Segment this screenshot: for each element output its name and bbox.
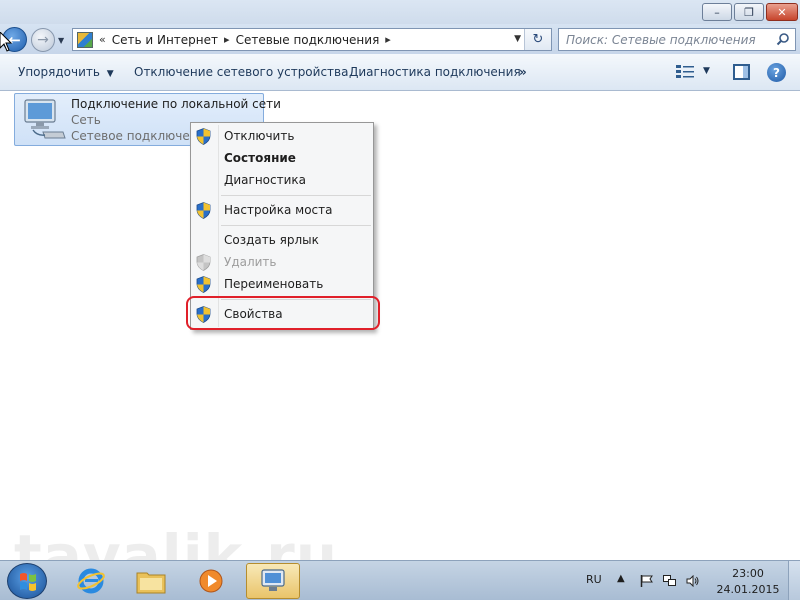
forward-button[interactable]: →	[31, 28, 55, 52]
windows-logo-icon	[20, 573, 36, 591]
taskbar-internet-explorer[interactable]	[64, 563, 118, 599]
menu-item-delete: Удалить	[191, 251, 373, 273]
folder-icon	[136, 572, 166, 594]
menu-item-disable[interactable]: Отключить	[191, 125, 373, 147]
clock-date[interactable]: 24.01.2015	[712, 583, 784, 596]
menu-item-bridge-setup[interactable]: Настройка моста	[191, 199, 373, 221]
view-options-dropdown[interactable]: ▼	[703, 66, 710, 76]
network-adapter-icon	[24, 99, 66, 139]
menu-item-label: Настройка моста	[224, 203, 333, 217]
more-commands-button[interactable]: »	[519, 65, 527, 79]
recent-pages-dropdown[interactable]: ▼	[58, 36, 64, 45]
menu-separator	[221, 225, 371, 226]
preview-pane-button[interactable]	[733, 64, 750, 80]
clock-time[interactable]: 23:00	[718, 567, 778, 580]
show-desktop-button[interactable]	[788, 561, 800, 600]
change-view-icon[interactable]	[676, 65, 694, 79]
breadcrumb-separator[interactable]: ▸	[385, 33, 391, 46]
uac-shield-icon	[196, 128, 211, 145]
breadcrumb-network-connections[interactable]: Сетевые подключения	[236, 33, 380, 47]
network-connections-icon	[261, 569, 285, 591]
refresh-button[interactable]: ↻	[524, 29, 551, 50]
menu-item-label: Состояние	[224, 151, 296, 165]
taskbar-media-player[interactable]	[184, 563, 238, 599]
connection-name: Подключение по локальной сети	[71, 97, 281, 111]
connection-network: Сеть	[71, 113, 101, 127]
internet-explorer-icon	[77, 568, 105, 594]
volume-icon[interactable]	[686, 575, 699, 587]
media-player-icon	[199, 569, 223, 593]
chevron-down-icon: ▼	[106, 69, 114, 79]
action-center-flag-icon[interactable]	[640, 575, 653, 587]
search-box[interactable]: Поиск: Сетевые подключения	[558, 28, 796, 51]
start-button[interactable]	[7, 563, 47, 599]
title-bar: – ❐ ✕	[0, 0, 800, 24]
breadcrumb-network-internet[interactable]: Сеть и Интернет	[112, 33, 218, 47]
organize-button[interactable]: Упорядочить ▼	[18, 65, 114, 79]
menu-separator	[221, 195, 371, 196]
help-button[interactable]: ?	[767, 63, 786, 82]
menu-item-diagnostics[interactable]: Диагностика	[191, 169, 373, 191]
menu-item-label: Отключить	[224, 129, 295, 143]
menu-item-status[interactable]: Состояние	[191, 147, 373, 169]
navigation-bar: ← → ▼ « Сеть и Интернет ▸ Сетевые подклю…	[0, 24, 800, 54]
command-bar: Упорядочить ▼ Отключение сетевого устрой…	[0, 54, 800, 91]
show-hidden-icons-button[interactable]: ▲	[617, 573, 625, 584]
breadcrumb-overflow[interactable]: «	[99, 33, 106, 46]
language-indicator[interactable]: RU	[586, 573, 602, 586]
taskbar: RU ▲ 23:00 24.01.2015	[0, 560, 800, 600]
minimize-button[interactable]: –	[702, 3, 732, 21]
breadcrumb-separator[interactable]: ▸	[224, 33, 230, 46]
screen: – ❐ ✕ ← → ▼ « Сеть и Интернет ▸ Сетевые …	[0, 0, 800, 600]
taskbar-network-connections[interactable]	[246, 563, 300, 599]
uac-shield-icon	[196, 202, 211, 219]
control-panel-icon	[77, 31, 93, 48]
search-input[interactable]: Поиск: Сетевые подключения	[566, 33, 756, 47]
disable-device-button[interactable]: Отключение сетевого устройства	[134, 65, 348, 79]
uac-shield-icon	[196, 276, 211, 293]
address-bar[interactable]: « Сеть и Интернет ▸ Сетевые подключения …	[72, 28, 552, 51]
diagnose-connection-button[interactable]: Диагностика подключения	[349, 65, 521, 79]
taskbar-windows-explorer[interactable]	[124, 563, 178, 599]
search-icon[interactable]	[776, 32, 790, 46]
network-tray-icon[interactable]	[663, 575, 676, 587]
close-button[interactable]: ✕	[766, 3, 798, 21]
maximize-button[interactable]: ❐	[734, 3, 764, 21]
mouse-cursor-icon	[0, 32, 12, 52]
menu-item-label: Диагностика	[224, 173, 307, 187]
organize-label: Упорядочить	[18, 65, 100, 79]
menu-item-label: Переименовать	[224, 277, 324, 291]
menu-item-create-shortcut[interactable]: Создать ярлык	[191, 229, 373, 251]
menu-item-label: Удалить	[224, 255, 277, 269]
properties-highlight-ring	[186, 296, 380, 330]
address-history-dropdown[interactable]: ▼	[514, 34, 521, 44]
uac-shield-icon	[196, 254, 211, 271]
menu-item-label: Создать ярлык	[224, 233, 319, 247]
menu-item-rename[interactable]: Переименовать	[191, 273, 373, 295]
